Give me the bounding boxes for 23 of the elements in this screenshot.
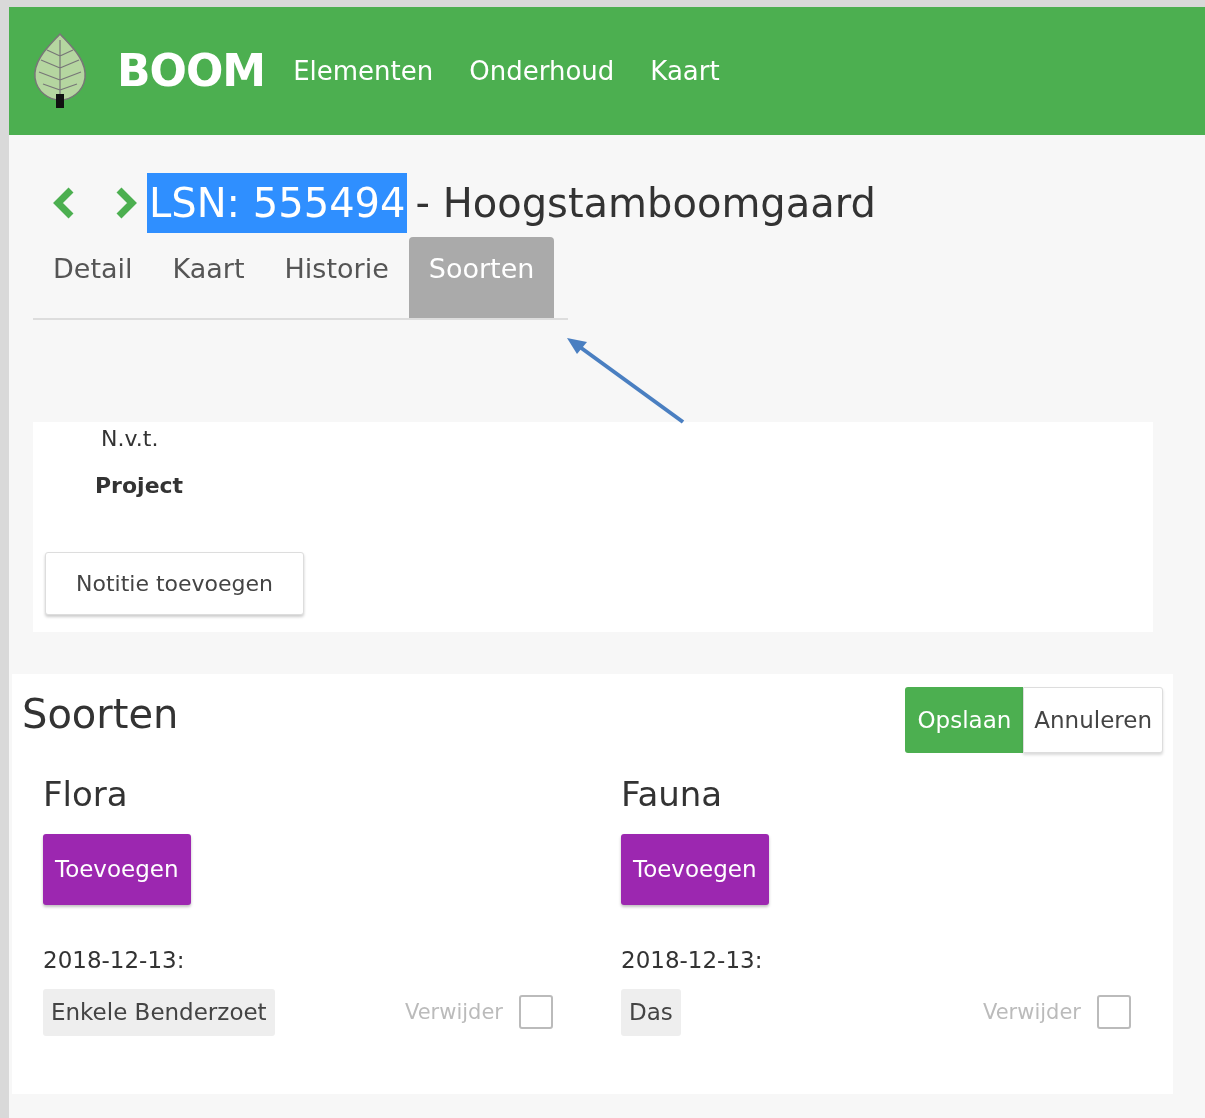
species-tag: Enkele Benderzoet [43,989,275,1036]
add-button[interactable]: Toevoegen [621,834,769,905]
tab[interactable]: Kaart [152,237,265,318]
group-title: Flora [43,773,128,816]
remove-checkbox[interactable] [1097,995,1131,1030]
remove-checkbox[interactable] [519,995,553,1030]
record-id: LSN: 555494 [147,173,408,233]
record-title: - Hoogstamboomgaard [415,179,876,228]
note-label: Project [95,472,184,498]
tab[interactable]: Historie [264,237,409,318]
leaf-logo-icon [31,32,89,110]
remove-label: Verwijder [404,998,503,1026]
tab[interactable]: Detail [33,237,153,318]
entry-date: 2018-12-13: [43,946,185,973]
entry-date: 2018-12-13: [621,946,763,973]
species-tag: Das [621,989,681,1036]
group-title: Fauna [621,773,723,816]
add-button[interactable]: Toevoegen [43,834,191,905]
add-note-button[interactable]: Notitie toevoegen [45,551,304,615]
note-value: N.v.t. [101,425,159,451]
remove-label: Verwijder [982,998,1081,1026]
section-title: Soorten [22,689,179,739]
cancel-button[interactable]: Annuleren [1023,686,1163,753]
